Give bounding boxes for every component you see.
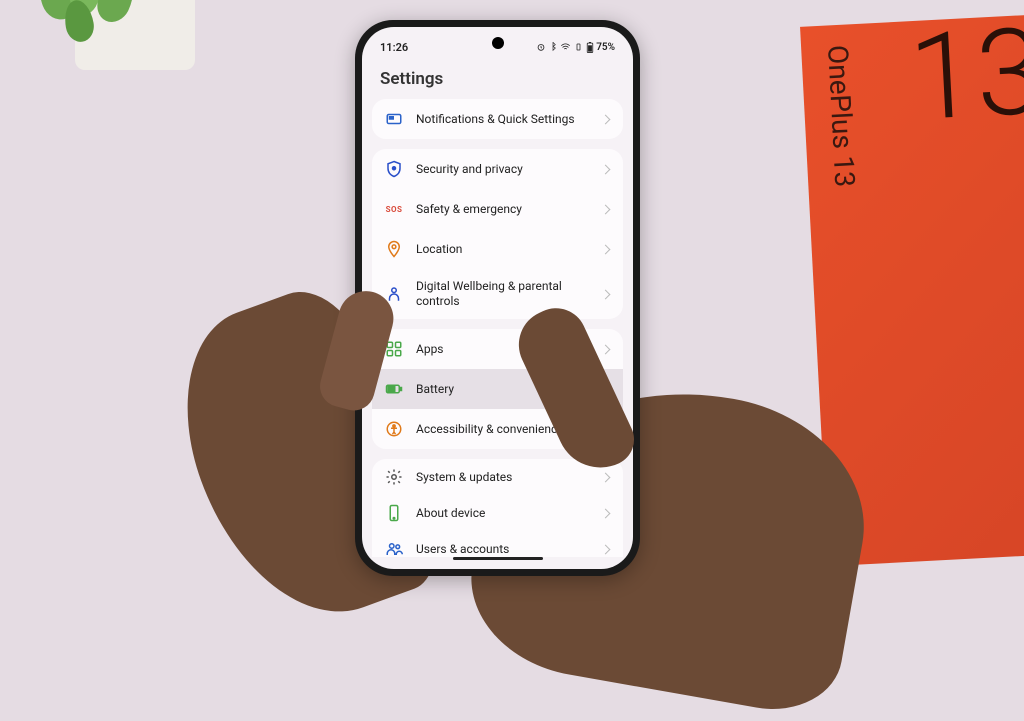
settings-row-notifications[interactable]: Notifications & Quick Settings [372,99,623,139]
location-icon [384,239,404,259]
settings-group: Notifications & Quick Settings [372,99,623,139]
sos-icon: SOS [384,199,404,219]
settings-row-users[interactable]: Users & accounts [372,531,623,557]
chevron-right-icon [601,289,611,299]
device-icon [384,503,404,523]
gear-icon [384,467,404,487]
settings-row-about[interactable]: About device [372,495,623,531]
chevron-right-icon [601,544,611,554]
row-label: System & updates [416,470,590,485]
shield-icon [384,159,404,179]
chevron-right-icon [601,244,611,254]
box-brand-text: OnePlus 13 [821,44,861,188]
row-label: Security and privacy [416,162,590,177]
accessibility-icon [384,419,404,439]
phone-screen: 11:26 75% Settings N [362,27,633,569]
battery-icon [384,379,404,399]
row-label: About device [416,506,590,521]
row-label: Digital Wellbeing & parental controls [416,279,590,309]
front-camera [492,37,504,49]
row-label: Notifications & Quick Settings [416,112,590,127]
chevron-right-icon [601,472,611,482]
chevron-right-icon [601,204,611,214]
gesture-bar[interactable] [362,557,633,569]
status-battery-pct: 75% [596,42,615,53]
alarm-icon [536,42,546,52]
chevron-right-icon [601,344,611,354]
settings-row-location[interactable]: Location [372,229,623,269]
settings-row-safety[interactable]: SOS Safety & emergency [372,189,623,229]
phone-frame: 11:26 75% Settings N [355,20,640,576]
settings-row-security[interactable]: Security and privacy [372,149,623,189]
vibrate-icon [574,42,583,52]
settings-group: Security and privacy SOS Safety & emerge… [372,149,623,319]
settings-group: System & updates About device Users & ac… [372,459,623,557]
row-label: Users & accounts [416,542,590,557]
users-icon [384,539,404,557]
status-time: 11:26 [380,41,408,54]
chevron-right-icon [601,114,611,124]
nav-pill [453,557,543,560]
settings-row-wellbeing[interactable]: Digital Wellbeing & parental controls [372,269,623,319]
notifications-icon [384,109,404,129]
row-label: Location [416,242,590,257]
bluetooth-icon [549,42,557,52]
chevron-right-icon [601,164,611,174]
status-right: 75% [536,42,615,53]
settings-list[interactable]: Notifications & Quick Settings Security … [362,99,633,557]
chevron-right-icon [601,508,611,518]
row-label: Safety & emergency [416,202,590,217]
plant [20,0,170,60]
battery-status-icon [586,42,594,53]
page-title: Settings [362,63,633,99]
wifi-icon [560,42,571,52]
box-number: 13 [907,24,1024,127]
